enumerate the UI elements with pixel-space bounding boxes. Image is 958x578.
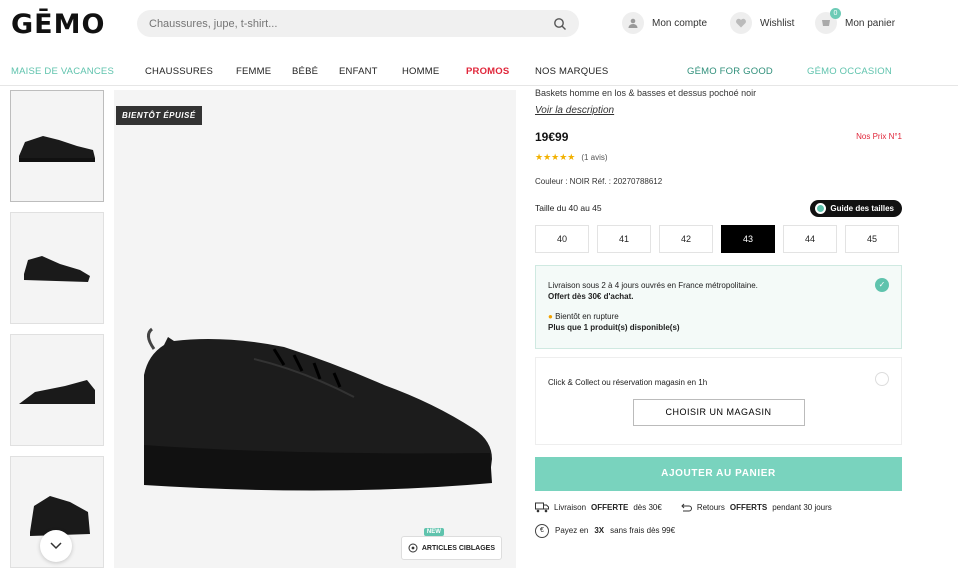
size-option-45[interactable]: 45 xyxy=(845,224,899,253)
return-perk-pre: Retours xyxy=(696,503,725,513)
thumbnail-1[interactable] xyxy=(10,90,104,202)
product-info-panel: Baskets homme en los & basses et dessus … xyxy=(535,88,902,538)
main-product-image[interactable]: BIENTÔT ÉPUISÉ NEW ARTICLES CIBLAGES xyxy=(114,90,516,568)
click-collect-radio[interactable] xyxy=(875,371,889,386)
pay-bold: 3X xyxy=(594,526,605,536)
nav-item-gemo-for-good[interactable]: GÉMO FOR GOOD xyxy=(687,66,773,77)
size-option-41[interactable]: 41 xyxy=(597,224,651,253)
nav-item-femme[interactable]: FEMME xyxy=(236,66,271,77)
low-stock-tag: BIENTÔT ÉPUISÉ xyxy=(116,106,202,125)
return-perk-bold: OFFERTS xyxy=(729,503,768,513)
nav-item-gemo-occasion[interactable]: GÉMO OCCASION xyxy=(807,66,892,77)
free-return-perk: Retours OFFERTS pendant 30 jours xyxy=(680,502,832,514)
nav-item-bebe[interactable]: BÉBÉ xyxy=(292,66,318,77)
cart-count-badge: 0 xyxy=(830,8,841,19)
delivery-perk-post: dès 30€ xyxy=(633,503,662,513)
cart-label: Mon panier xyxy=(845,17,896,29)
size-option-40[interactable]: 40 xyxy=(535,224,589,253)
review-count: (1 avis) xyxy=(581,152,608,162)
return-icon xyxy=(681,503,692,512)
size-guide-label: Guide des tailles xyxy=(830,203,894,213)
price-row: 19€99 Nos Prix N°1 xyxy=(535,130,902,144)
euro-icon: € xyxy=(535,523,549,538)
gemo-logo[interactable]: GĒMO xyxy=(11,9,105,40)
cart-link[interactable]: 0 Mon panier xyxy=(815,8,896,34)
home-delivery-option[interactable]: Livraison sous 2 à 4 jours ouvrés en Fra… xyxy=(535,264,902,349)
thumbnail-3[interactable] xyxy=(10,334,104,446)
wishlist-label: Wishlist xyxy=(760,17,795,29)
nav-item-chaussures[interactable]: CHAUSSURES xyxy=(145,66,213,77)
product-price: 19€99 xyxy=(535,129,569,144)
click-collect-option[interactable]: Click & Collect ou réservation magasin e… xyxy=(535,356,902,445)
check-icon: ✓ xyxy=(875,277,889,292)
main-nav: MAISE DE VACANCES CHAUSSURES FEMME BÉBÉ … xyxy=(0,58,958,86)
delivery-free-threshold: Offert dès 30€ d'achat. xyxy=(548,292,634,302)
delivery-line-1: Livraison sous 2 à 4 jours ouvrés en Fra… xyxy=(548,280,758,290)
recycle-icon xyxy=(408,543,418,553)
see-description-link[interactable]: Voir la description xyxy=(535,105,614,116)
product-description: Baskets homme en los & basses et dessus … xyxy=(535,88,757,98)
delivery-perk-bold: OFFERTE xyxy=(591,503,629,513)
stock-remaining-line: Plus que 1 produit(s) disponible(s) xyxy=(548,322,889,334)
star-rating-icon: ★★★★★ xyxy=(535,151,576,162)
stock-remaining: Plus que 1 produit(s) disponible(s) xyxy=(548,323,680,333)
shoe-thumbnail-icon xyxy=(24,256,90,282)
thumbnail-2[interactable] xyxy=(10,212,104,324)
pay-post: sans frais dès 99€ xyxy=(610,526,676,536)
stock-warning: ● Bientôt en rupture xyxy=(548,311,889,323)
recycled-badge[interactable]: NEW ARTICLES CIBLAGES xyxy=(400,528,502,560)
shoe-thumbnail-icon xyxy=(19,380,95,404)
size-option-44[interactable]: 44 xyxy=(783,224,837,253)
delivery-perk-pre: Livraison xyxy=(554,503,587,513)
nav-item-promos[interactable]: PROMOS xyxy=(466,66,509,77)
choose-store-button[interactable]: CHOISIR UN MAGASIN xyxy=(632,398,805,426)
account-link[interactable]: Mon compte xyxy=(622,12,707,34)
account-label: Mon compte xyxy=(652,17,708,29)
search-bar[interactable] xyxy=(137,10,579,37)
wishlist-link[interactable]: Wishlist xyxy=(730,12,794,34)
nav-item-vacances[interactable]: MAISE DE VACANCES xyxy=(11,66,114,77)
truck-icon xyxy=(535,502,549,513)
nav-item-homme[interactable]: HOMME xyxy=(402,66,439,77)
size-guide-button[interactable]: Guide des tailles xyxy=(810,199,902,217)
toggle-icon xyxy=(815,202,827,214)
search-input[interactable] xyxy=(149,17,553,30)
user-icon xyxy=(622,12,644,34)
payment-installment: € Payez en 3X sans frais dès 99€ xyxy=(535,523,902,538)
search-icon[interactable] xyxy=(553,17,567,31)
pay-pre: Payez en xyxy=(555,526,589,536)
nav-item-enfant[interactable]: ENFANT xyxy=(339,66,378,77)
click-collect-text: Click & Collect ou réservation magasin e… xyxy=(548,377,708,387)
price-rank-label: Nos Prix N°1 xyxy=(856,132,902,142)
heart-icon xyxy=(730,12,752,34)
perks-row: Livraison OFFERTE dès 30€ Retours OFFERT… xyxy=(535,502,902,514)
color-reference: Couleur : NOIR Réf. : 20270788612 xyxy=(535,176,663,186)
recycled-label: ARTICLES CIBLAGES xyxy=(421,544,495,552)
stock-warning-title: Bientôt en rupture xyxy=(555,311,619,321)
thumbnail-list xyxy=(10,90,104,578)
thumbnails-scroll-down-button[interactable] xyxy=(40,530,72,562)
add-to-cart-button[interactable]: AJOUTER AU PANIER xyxy=(535,456,902,491)
delivery-line-2: Offert dès 30€ d'achat. xyxy=(548,291,889,303)
free-delivery-perk: Livraison OFFERTE dès 30€ xyxy=(535,502,662,513)
size-selector: 40 41 42 43 44 45 xyxy=(535,224,902,253)
cart-icon: 0 xyxy=(815,8,841,34)
site-header: GĒMO Mon compte Wishlist 0 Mon panier xyxy=(0,0,958,50)
size-option-43[interactable]: 43 xyxy=(721,224,775,253)
return-perk-post: pendant 30 jours xyxy=(772,503,832,513)
chevron-down-icon xyxy=(50,542,62,550)
size-option-42[interactable]: 42 xyxy=(659,224,713,253)
warning-dot-icon: ● xyxy=(548,311,553,321)
rating[interactable]: ★★★★★ (1 avis) xyxy=(535,152,902,163)
shoe-thumbnail-icon xyxy=(19,136,95,162)
nav-item-marques[interactable]: NOS MARQUES xyxy=(535,66,608,77)
size-range-label: Taille du 40 au 45 xyxy=(535,203,602,214)
size-header: Taille du 40 au 45 Guide des tailles xyxy=(535,199,902,217)
new-badge: NEW xyxy=(423,528,444,536)
shoe-image xyxy=(144,327,492,491)
